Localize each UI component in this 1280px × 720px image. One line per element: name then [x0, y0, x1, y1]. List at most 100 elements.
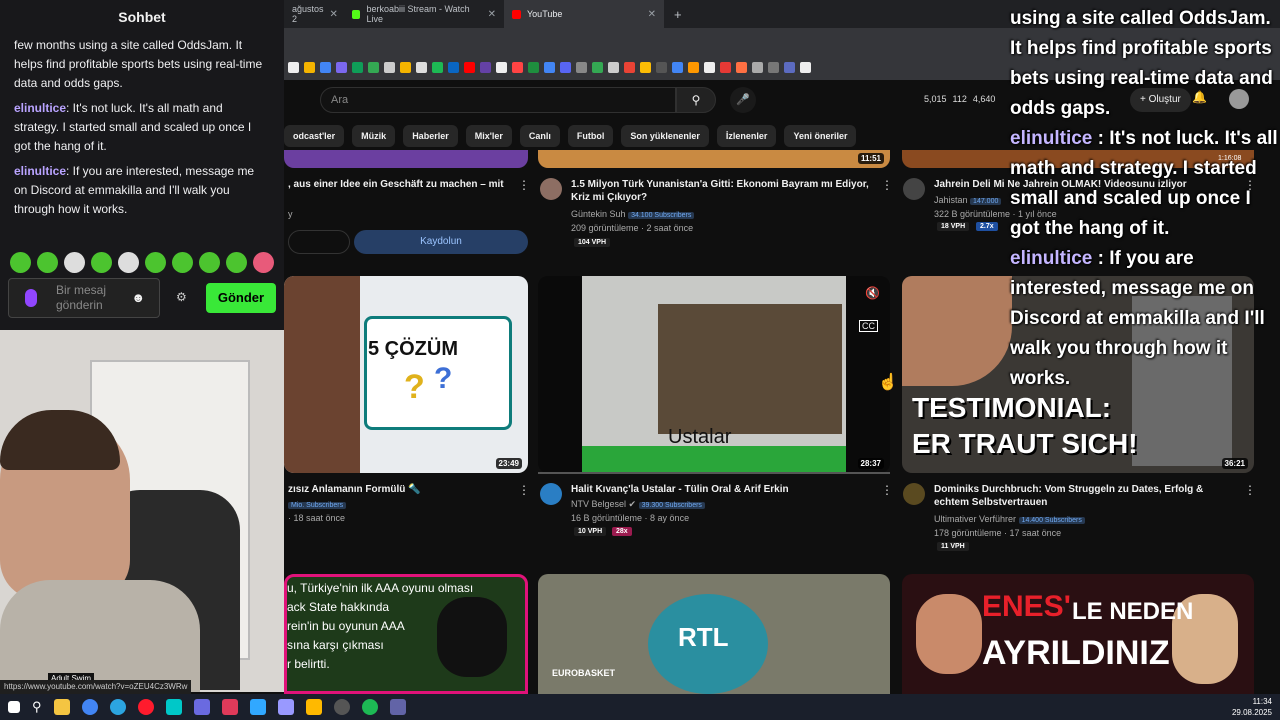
emote-icon[interactable] [64, 252, 85, 273]
channel-avatar[interactable] [903, 483, 925, 505]
microphone-icon[interactable] [25, 289, 37, 307]
chat-username[interactable]: elinultice [14, 101, 66, 115]
chip[interactable]: odcast'ler [284, 125, 345, 147]
bookmark-icon[interactable] [720, 61, 731, 73]
emote-icon[interactable] [199, 252, 220, 273]
search-input[interactable]: Ara [320, 87, 676, 113]
chat-input[interactable]: Bir mesaj gönderin ☻ [8, 278, 160, 318]
bookmark-icon[interactable] [320, 61, 331, 73]
more-icon[interactable]: ⋮ [1244, 483, 1256, 497]
bookmark-icon[interactable] [384, 61, 395, 73]
captions-icon[interactable]: CC [859, 320, 878, 332]
photoshop-icon[interactable] [249, 699, 266, 715]
bookmark-icon[interactable] [544, 61, 555, 73]
bookmark-icon[interactable] [288, 61, 299, 73]
channel-name[interactable]: Güntekin Suh [571, 209, 626, 219]
bookmark-icon[interactable] [432, 61, 443, 73]
video-thumbnail[interactable]: Ustalar 🔇 CC 28:37 [538, 276, 890, 473]
app-icon[interactable] [305, 699, 322, 715]
bookmark-icon[interactable] [576, 61, 587, 73]
chip[interactable]: Yeni öneriler [784, 125, 857, 147]
chip[interactable]: Mix'ler [465, 125, 512, 147]
browser-tab[interactable]: berkoabiii Stream - Watch Live ✕ [344, 0, 504, 28]
premiere-icon[interactable] [277, 699, 294, 715]
chat-username[interactable]: elinultice [14, 164, 66, 178]
bookmark-icon[interactable] [656, 61, 667, 73]
app-icon[interactable] [221, 699, 238, 715]
bookmark-icon[interactable] [624, 61, 635, 73]
emote-icon[interactable] [145, 252, 166, 273]
channel-name[interactable]: Jahistan [934, 195, 968, 205]
bookmark-icon[interactable] [368, 61, 379, 73]
bookmark-icon[interactable] [768, 61, 779, 73]
bookmark-icon[interactable] [512, 61, 523, 73]
bookmark-icon[interactable] [592, 61, 603, 73]
emote-icon[interactable] [10, 252, 31, 273]
bookmark-icon[interactable] [752, 61, 763, 73]
bookmark-icon[interactable] [480, 61, 491, 73]
emoji-icon[interactable]: ☻ [131, 290, 145, 305]
channel-avatar[interactable] [540, 178, 562, 200]
emote-icon[interactable] [226, 252, 247, 273]
bookmark-icon[interactable] [416, 61, 427, 73]
video-title[interactable]: Dominiks Durchbruch: Vom Struggeln zu Da… [934, 483, 1214, 509]
video-thumbnail[interactable]: ENES' LE NEDEN AYRILDINIZ [902, 574, 1254, 694]
chip[interactable]: Son yüklenenler [621, 125, 709, 147]
bookmark-icon[interactable] [496, 61, 507, 73]
chip[interactable]: Canlı [519, 125, 560, 147]
bookmark-icon[interactable] [800, 61, 811, 73]
bookmark-icon[interactable] [448, 61, 459, 73]
video-title[interactable]: Halit Kıvanç'la Ustalar - Tülin Oral & A… [571, 483, 871, 496]
bookmark-icon[interactable] [336, 61, 347, 73]
video-thumbnail[interactable]: RTL EUROBASKET [538, 574, 890, 694]
system-clock[interactable]: 11:34 29.08.2025 [1232, 696, 1272, 718]
close-icon[interactable]: ✕ [330, 9, 338, 20]
bookmark-icon[interactable] [688, 61, 699, 73]
search-icon[interactable]: ⚲ [32, 699, 42, 715]
bookmark-icon[interactable] [304, 61, 315, 73]
bookmark-icon[interactable] [640, 61, 651, 73]
chip[interactable]: Haberler [403, 125, 458, 147]
audition-icon[interactable] [165, 699, 182, 715]
channel-name[interactable]: NTV Belgesel [571, 499, 626, 509]
bookmark-icon[interactable] [672, 61, 683, 73]
bookmark-icon[interactable] [784, 61, 795, 73]
channel-avatar[interactable] [540, 483, 562, 505]
browser-tab[interactable]: ağustos 2 ✕ [284, 0, 344, 28]
app-icon[interactable] [389, 699, 406, 715]
bookmark-icon[interactable] [464, 61, 475, 73]
bookmark-icon[interactable] [400, 61, 411, 73]
close-icon[interactable]: ✕ [488, 9, 496, 20]
subscribe-button[interactable]: Kaydolun [354, 230, 528, 254]
bookmark-icon[interactable] [736, 61, 747, 73]
folder-icon[interactable] [53, 699, 70, 715]
bookmark-icon[interactable] [608, 61, 619, 73]
bookmark-icon[interactable] [704, 61, 715, 73]
video-title[interactable]: 1.5 Milyon Türk Yunanistan'a Gitti: Ekon… [571, 178, 871, 204]
emote-icon[interactable] [172, 252, 193, 273]
bookmark-icon[interactable] [528, 61, 539, 73]
video-thumbnail[interactable]: 11:51 [538, 150, 890, 168]
video-thumbnail[interactable]: u, Türkiye'nin ilk AAA oyunu olması ack … [284, 574, 528, 694]
video-title[interactable]: , aus einer Idee ein Geschäft zu machen … [288, 178, 508, 191]
microphone-icon[interactable]: 🎤 [730, 87, 756, 113]
send-button[interactable]: Gönder [206, 283, 276, 313]
video-thumbnail[interactable]: 5 ÇÖZÜM ? ? 23:49 [284, 276, 528, 473]
telegram-icon[interactable] [109, 699, 126, 715]
emote-icon[interactable] [253, 252, 274, 273]
video-thumbnail[interactable] [284, 150, 528, 168]
chip[interactable]: Müzik [352, 125, 396, 147]
browser-tab-active[interactable]: YouTube ✕ [504, 0, 664, 28]
chip[interactable]: İzlenenler [716, 125, 777, 147]
more-icon[interactable]: ⋮ [518, 178, 530, 192]
video-title[interactable]: zısız Anlamanın Formülü 🔦 [288, 483, 508, 496]
emote-icon[interactable] [118, 252, 139, 273]
more-icon[interactable]: ⋮ [881, 178, 893, 192]
obs-icon[interactable] [333, 699, 350, 715]
new-tab-button[interactable]: + [664, 7, 692, 22]
more-icon[interactable]: ⋮ [881, 483, 893, 497]
opera-icon[interactable] [137, 699, 154, 715]
mute-icon[interactable]: 🔇 [865, 286, 880, 300]
more-icon[interactable]: ⋮ [518, 483, 530, 497]
bookmark-icon[interactable] [352, 61, 363, 73]
